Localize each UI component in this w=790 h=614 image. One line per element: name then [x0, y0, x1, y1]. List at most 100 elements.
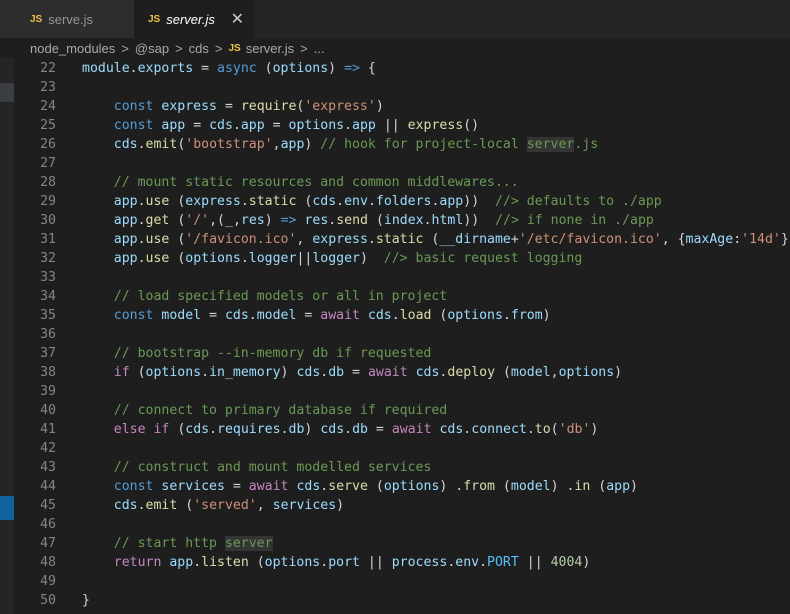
code-text: return app.listen (options.port || proce… — [82, 553, 591, 572]
code-text: // mount static resources and common mid… — [82, 173, 519, 192]
line-number: 33 — [40, 270, 56, 285]
code-token: model — [510, 479, 551, 494]
code-editor[interactable]: 22 module.exports = async (options) => { 2… — [14, 58, 790, 614]
code-token: folders — [375, 194, 432, 209]
code-token: options — [383, 479, 440, 494]
code-token: ( — [169, 194, 186, 209]
code-text: const app = cds.app = options.app || exp… — [82, 116, 479, 135]
code-token: : — [733, 232, 742, 247]
line-number: 47 — [40, 536, 56, 551]
code-token: __dirname — [439, 232, 511, 247]
breadcrumb-item-file[interactable]: server.js — [246, 41, 294, 56]
code-text: module.exports = async (options) => { — [82, 59, 376, 78]
code-token: = — [224, 479, 249, 494]
code-token: . — [240, 194, 249, 209]
code-token: //> defaults to ./app — [495, 194, 662, 209]
javascript-file-icon: JS — [30, 13, 43, 25]
code-token: app — [169, 555, 194, 570]
code-token: app — [439, 194, 464, 209]
code-token: ( — [494, 479, 511, 494]
code-text: // bootstrap --in-memory db if requested — [82, 344, 432, 363]
code-token: cds — [185, 422, 210, 437]
code-token: app — [352, 118, 376, 133]
code-text: cds.emit('bootstrap',app) // hook for pr… — [82, 135, 598, 154]
line-number: 44 — [40, 479, 56, 494]
code-token: express — [161, 99, 217, 114]
tab-serve-js[interactable]: JS serve.js — [0, 0, 134, 38]
code-text: const model = cds.model = await cds.load… — [82, 306, 551, 325]
code-token: app — [113, 251, 138, 266]
code-token: in_memory — [209, 365, 281, 380]
code-token: options — [447, 308, 503, 323]
code-token: ( — [296, 194, 313, 209]
code-token: from — [463, 479, 495, 494]
code-token: . — [367, 194, 376, 209]
code-token: ) — [328, 61, 345, 76]
code-token: ) — [582, 555, 591, 570]
line-number: 38 — [40, 365, 56, 380]
breadcrumb-item-node-modules[interactable]: node_modules — [30, 41, 115, 56]
code-token: env — [455, 555, 480, 570]
code-token: connect — [471, 422, 527, 437]
code-text: // construct and mount modelled services — [82, 458, 432, 477]
code-token: res — [240, 213, 265, 228]
code-token: cds — [320, 422, 345, 437]
code-text: if (options.in_memory) cds.db = await cd… — [82, 363, 622, 382]
code-token: express — [407, 118, 464, 133]
breadcrumb-item-sap[interactable]: @sap — [135, 41, 169, 56]
code-token: use — [145, 232, 170, 247]
code-token: // mount static resources and common mid… — [113, 175, 519, 190]
code-token: //> basic request logging — [383, 251, 583, 266]
line-number: 35 — [40, 308, 56, 323]
code-token: server — [526, 137, 575, 152]
tab-label: server.js — [166, 11, 215, 27]
breadcrumb-item-cds[interactable]: cds — [189, 41, 209, 56]
code-token: app — [113, 232, 138, 247]
code-text: app.use ('/favicon.ico', express.static … — [82, 230, 790, 249]
code-token: options — [145, 365, 202, 380]
code-token: static — [375, 232, 424, 247]
code-token: app — [240, 118, 265, 133]
tab-server-js[interactable]: JS server.js ✕ — [134, 0, 255, 38]
code-token: await — [248, 479, 289, 494]
code-token: emit — [145, 137, 178, 152]
code-token: else — [113, 422, 146, 437]
code-token: get — [145, 213, 170, 228]
code-token: ( — [590, 479, 607, 494]
code-token: in — [574, 479, 591, 494]
code-token: port — [328, 555, 360, 570]
code-token: env — [344, 194, 368, 209]
code-text: cds.emit ('served', services) — [82, 496, 344, 515]
code-token: model — [256, 308, 297, 323]
code-token: = — [201, 308, 225, 323]
code-token: from — [510, 308, 543, 323]
code-token: . — [248, 308, 257, 323]
code-token: ( — [129, 365, 146, 380]
code-token: load — [399, 308, 432, 323]
code-token: // bootstrap --in-memory db if requested — [113, 346, 432, 361]
code-token: ( — [423, 232, 440, 247]
line-number: 26 — [40, 137, 56, 152]
code-token: . — [137, 498, 146, 513]
code-token: ( — [367, 479, 384, 494]
code-token: cds — [113, 137, 138, 152]
code-token: options — [288, 118, 345, 133]
code-token: () — [463, 118, 480, 133]
code-token: db — [328, 365, 345, 380]
code-token: async — [217, 61, 257, 76]
line-number: 22 — [40, 61, 56, 76]
code-token: , — [550, 365, 559, 380]
line-number: 24 — [40, 99, 56, 114]
code-token: )) — [463, 194, 496, 209]
breadcrumb-item-symbol[interactable]: ... — [314, 41, 325, 56]
close-icon[interactable]: ✕ — [231, 9, 244, 29]
code-token: model — [161, 308, 202, 323]
code-token: module — [82, 61, 130, 76]
code-token: cds — [439, 422, 464, 437]
